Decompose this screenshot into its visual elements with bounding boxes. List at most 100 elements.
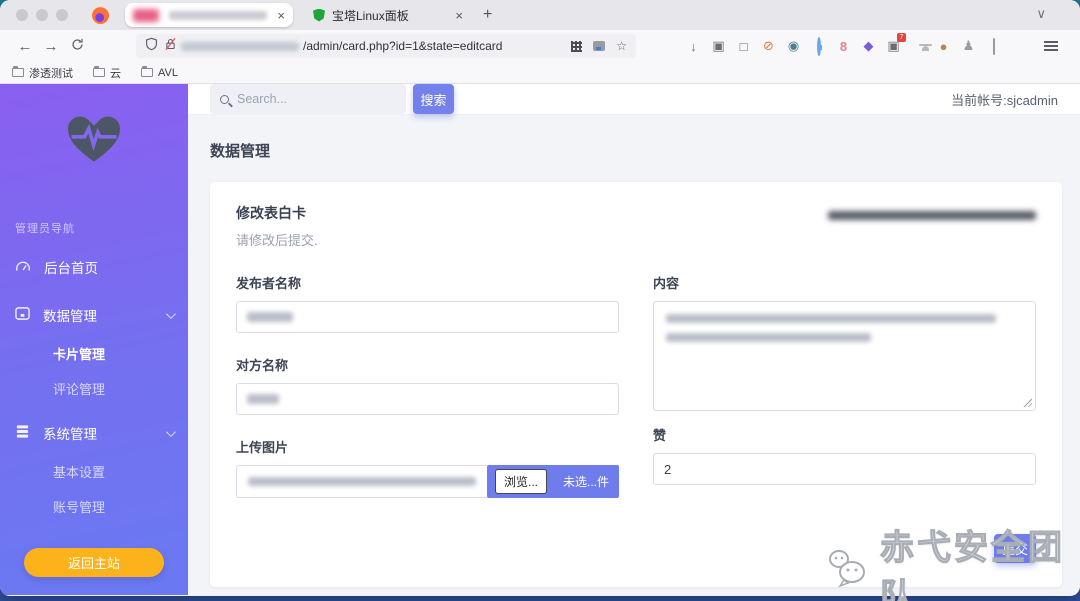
- firefox-icon: [92, 6, 109, 24]
- monitor-icon: [15, 306, 30, 324]
- sidebar-group-label: 系统管理: [43, 427, 97, 442]
- search-icon: [220, 94, 229, 104]
- heartbeat-logo-icon: [0, 112, 188, 164]
- crop-icon[interactable]: □: [736, 39, 751, 54]
- page-title: 数据管理: [210, 143, 271, 160]
- partner-value-redacted: [247, 394, 279, 404]
- current-account-text: 当前帐号:sjcadmin: [951, 92, 1058, 108]
- diamond-extension-icon[interactable]: ◆: [861, 38, 876, 54]
- browse-button[interactable]: 浏览...: [495, 469, 548, 494]
- submit-button[interactable]: 提交: [994, 534, 1036, 563]
- file-status-text: 未选...件: [562, 475, 609, 489]
- tab-baota[interactable]: 宝塔Linux面板 ×: [307, 7, 469, 24]
- bookmarks-bar: 渗透测试 云 AVL: [0, 62, 1080, 84]
- tab-title-redacted: [169, 10, 268, 20]
- publisher-value-redacted: [247, 312, 293, 322]
- pin-extension-icon[interactable]: [811, 36, 826, 56]
- baota-favicon: [313, 8, 325, 22]
- card-title: 修改表白卡: [236, 205, 306, 221]
- partner-label: 对方名称: [236, 358, 289, 373]
- tab-active[interactable]: ×: [125, 3, 293, 27]
- sidebar-item-basic-settings[interactable]: 基本设置: [0, 454, 188, 489]
- bookmark-folder-avl[interactable]: AVL: [141, 66, 178, 79]
- screenshot-icon[interactable]: ▣: [711, 38, 726, 54]
- admin-sidebar: 管理员导航 后台首页 数据管理 卡片管理 评论管理 系统管理 基本设置 账号管理…: [0, 84, 188, 595]
- minimize-window-button[interactable]: [36, 9, 48, 21]
- gauge-icon: [15, 259, 31, 275]
- back-button[interactable]: ←: [12, 38, 38, 55]
- nav-caption: 管理员导航: [15, 223, 75, 235]
- upload-label: 上传图片: [236, 440, 289, 455]
- url-host-redacted: [181, 41, 299, 51]
- browser-toolbar: ← → /admin/card.php?id=1&state=editcard …: [0, 30, 1080, 62]
- sidebar-item-label: 后台首页: [44, 261, 98, 276]
- main-area: 搜索 当前帐号:sjcadmin 数据管理 修改表白卡 请修改后提交. 发布者名…: [188, 84, 1080, 595]
- page-extension-icon[interactable]: [986, 37, 1001, 55]
- sidebar-item-card-mgmt[interactable]: 卡片管理: [0, 336, 188, 371]
- edit-card-panel: 修改表白卡 请修改后提交. 发布者名称 对方名称 上传图片 浏览... 未选..…: [210, 182, 1062, 587]
- zoom-window-button[interactable]: [56, 9, 68, 21]
- form-right-column: 内容 赞: [653, 273, 1036, 498]
- sidebar-item-comment-mgmt[interactable]: 评论管理: [0, 371, 188, 406]
- badged-extension-icon[interactable]: ▣ 7: [886, 33, 906, 54]
- container-icon[interactable]: [593, 41, 606, 51]
- list-tabs-chevron-icon[interactable]: ∨: [1036, 6, 1046, 22]
- publisher-label: 发布者名称: [236, 276, 302, 291]
- likes-input[interactable]: [653, 453, 1036, 485]
- close-window-button[interactable]: [16, 9, 28, 21]
- folder-icon: [12, 66, 24, 77]
- card-subtitle: 请修改后提交.: [236, 233, 318, 248]
- downloads-icon[interactable]: ↓: [686, 39, 701, 54]
- sidebar-item-home[interactable]: 后台首页: [0, 246, 188, 288]
- sidebar-item-account-mgmt[interactable]: 账号管理: [0, 489, 188, 524]
- file-path-redacted: [248, 477, 476, 486]
- search-box[interactable]: [210, 84, 406, 114]
- resize-handle[interactable]: [1022, 397, 1032, 407]
- tab-favicon-redacted: [133, 8, 159, 22]
- folder-icon: [93, 66, 105, 77]
- file-path-field[interactable]: [236, 465, 487, 498]
- chevron-down-icon: [165, 426, 176, 437]
- form-left-column: 发布者名称 对方名称 上传图片 浏览... 未选...件: [236, 273, 619, 498]
- folder-icon: [141, 66, 153, 77]
- traffic-lights[interactable]: [16, 9, 68, 21]
- extension-toolbar: ↓ ▣ □ ⊘ ◉ 8 ◆ ▣ 7 ● ♟: [686, 33, 1001, 56]
- tab-title: 宝塔Linux面板: [332, 8, 409, 23]
- content-label: 内容: [653, 276, 680, 291]
- globe-extension-icon[interactable]: ◉: [786, 38, 801, 54]
- bookmark-folder-cloud[interactable]: 云: [93, 65, 121, 81]
- account-extension-icon[interactable]: ♟: [961, 38, 976, 54]
- sidebar-group-system[interactable]: 系统管理: [0, 412, 188, 454]
- publisher-input[interactable]: [236, 301, 619, 333]
- partner-input[interactable]: [236, 383, 619, 415]
- cookie-extension-icon[interactable]: ●: [936, 39, 951, 54]
- back-to-site-button[interactable]: 返回主站: [24, 548, 164, 577]
- bookmark-star-icon[interactable]: ☆: [616, 39, 627, 53]
- sidebar-group-label: 数据管理: [43, 309, 97, 324]
- chevron-down-icon: [165, 308, 176, 319]
- qr-code-icon[interactable]: [571, 40, 583, 52]
- search-button[interactable]: 搜索: [413, 84, 454, 114]
- shield-icon[interactable]: [145, 37, 158, 56]
- tab-bar: × 宝塔Linux面板 × + ∨: [0, 0, 1080, 30]
- sidebar-group-data[interactable]: 数据管理: [0, 294, 188, 336]
- content-textarea[interactable]: [653, 301, 1036, 411]
- reload-button[interactable]: [64, 38, 90, 55]
- card-info-redacted: [828, 211, 1036, 220]
- new-tab-button[interactable]: +: [483, 6, 492, 24]
- close-tab-icon[interactable]: ×: [277, 9, 285, 22]
- close-tab-icon[interactable]: ×: [455, 9, 463, 22]
- file-input[interactable]: 浏览... 未选...件: [236, 465, 619, 498]
- url-bar[interactable]: /admin/card.php?id=1&state=editcard ☆: [136, 34, 636, 58]
- forward-button[interactable]: →: [38, 38, 64, 55]
- rings-extension-icon[interactable]: 8: [836, 39, 851, 54]
- search-input[interactable]: [237, 92, 377, 106]
- insecure-lock-icon[interactable]: [164, 37, 177, 56]
- bookmark-folder-pentest[interactable]: 渗透测试: [12, 65, 73, 81]
- adblock-icon[interactable]: ⊘: [761, 38, 776, 54]
- file-button-area: 浏览... 未选...件: [487, 465, 619, 498]
- bookmark-label: AVL: [158, 66, 178, 79]
- browser-window: × 宝塔Linux面板 × + ∨ ← → /admin/card.php?id…: [0, 0, 1080, 596]
- menu-hamburger-icon[interactable]: [1044, 41, 1058, 51]
- url-path-text: /admin/card.php?id=1&state=editcard: [303, 39, 503, 53]
